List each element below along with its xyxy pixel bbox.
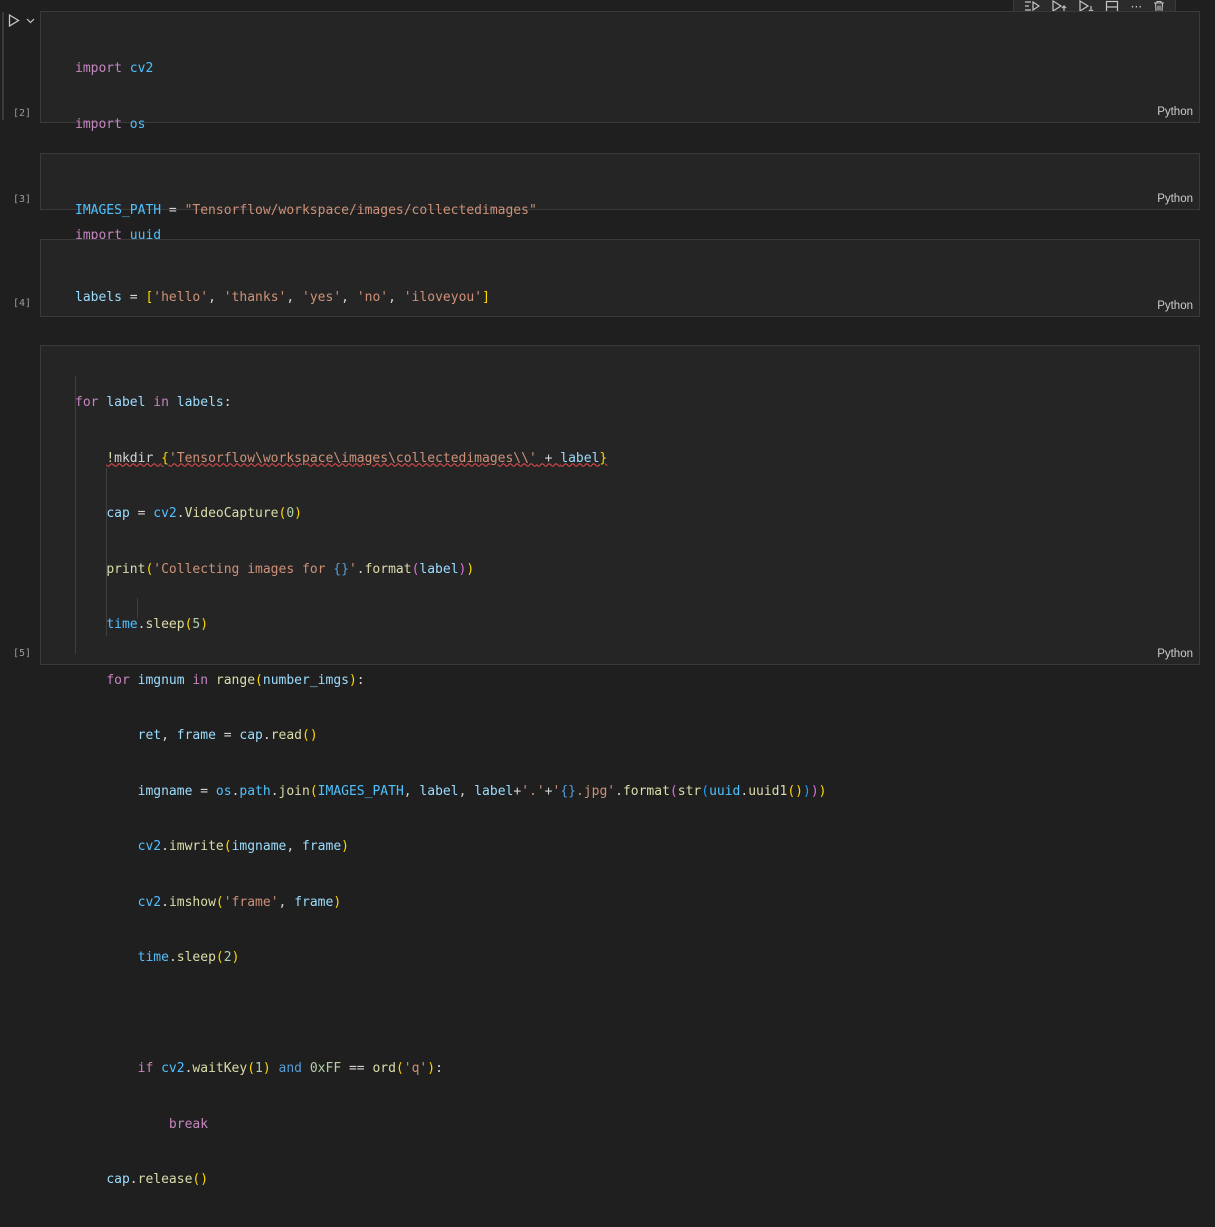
language-label[interactable]: Python bbox=[1157, 106, 1193, 118]
code-cell-2[interactable]: IMAGES_PATH = "Tensorflow/workspace/imag… bbox=[40, 153, 1200, 218]
code-cell-3[interactable]: labels = ['hello', 'thanks', 'yes', 'no'… bbox=[40, 239, 1200, 361]
execution-count: [5] bbox=[13, 648, 32, 659]
execution-count: [3] bbox=[13, 194, 32, 205]
language-label[interactable]: Python bbox=[1157, 193, 1193, 205]
chevron-down-icon[interactable] bbox=[26, 18, 35, 24]
run-cell-icon[interactable] bbox=[8, 14, 20, 27]
active-cell-indicator bbox=[2, 12, 4, 120]
run-cell-area bbox=[8, 14, 35, 27]
language-label[interactable]: Python bbox=[1157, 648, 1193, 660]
execution-count: [2] bbox=[13, 108, 32, 119]
language-label[interactable]: Python bbox=[1157, 300, 1193, 312]
execution-count: [4] bbox=[13, 298, 32, 309]
code-cell-1[interactable]: import cv2 import os import time import … bbox=[40, 11, 1200, 243]
cell-4-editor[interactable]: for label in labels: !mkdir {'Tensorflow… bbox=[75, 357, 1199, 1227]
code-cell-4[interactable]: for label in labels: !mkdir {'Tensorflow… bbox=[40, 345, 1200, 1187]
